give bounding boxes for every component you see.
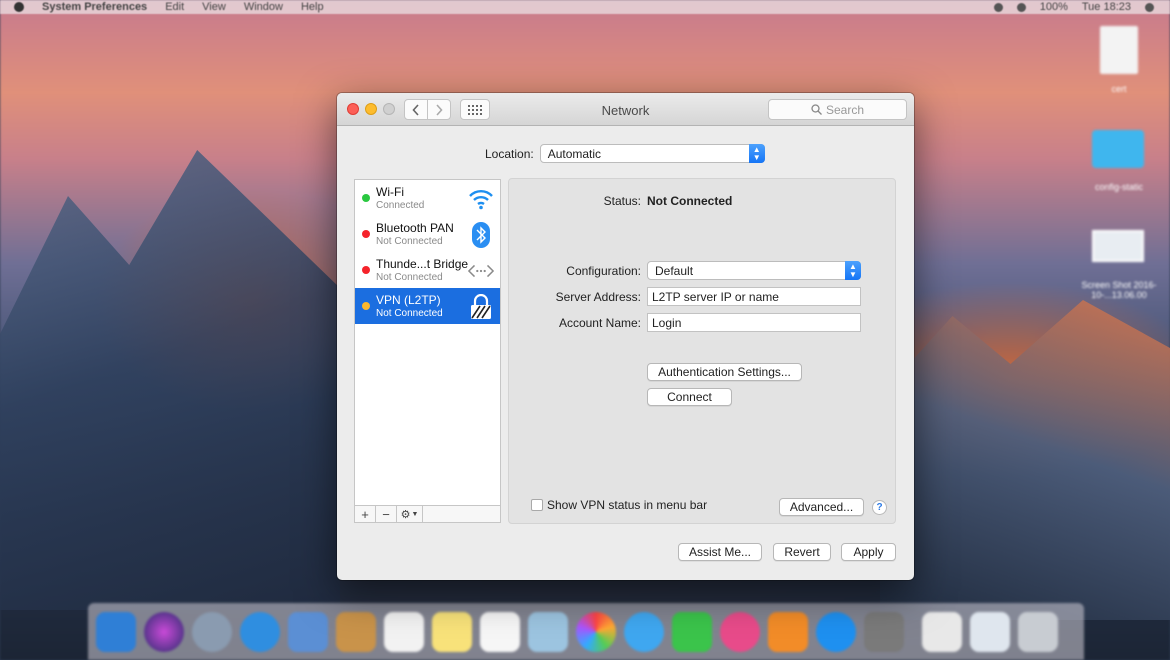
menu-view[interactable]: View (202, 1, 226, 13)
search-placeholder: Search (825, 102, 865, 117)
dock-screenshot-icon[interactable] (970, 611, 1010, 652)
facetime-icon[interactable] (672, 611, 712, 652)
status-dot-thunderbolt (362, 266, 370, 274)
safari-icon[interactable] (240, 611, 280, 652)
thunderbolt-bridge-icon (468, 258, 494, 284)
messages-icon[interactable] (624, 611, 664, 652)
add-service-button[interactable]: + (355, 506, 376, 522)
battery-percent[interactable]: 100% (1040, 1, 1068, 13)
connect-button[interactable]: Connect (647, 388, 732, 406)
mail-icon[interactable] (288, 611, 328, 652)
search-field[interactable]: Search (768, 99, 907, 120)
assist-me-button[interactable]: Assist Me... (678, 543, 762, 561)
wifi-status-icon[interactable] (1016, 2, 1026, 12)
dock-document-icon[interactable] (922, 611, 962, 652)
configuration-value: Default (655, 263, 694, 278)
service-item-vpn-l2tp[interactable]: VPN (L2TP) Not Connected (355, 288, 500, 324)
spotlight-icon[interactable] (1145, 2, 1154, 12)
show-vpn-status-label[interactable]: Show VPN status in menu bar (547, 498, 707, 512)
desktop-folder-label: config-static (1094, 182, 1144, 192)
desktop-screenshot-icon[interactable] (1092, 230, 1144, 262)
dock (88, 603, 1084, 660)
status-dot-vpn (362, 302, 370, 310)
notes-icon[interactable] (432, 611, 472, 652)
status-value: Not Connected (647, 194, 733, 208)
reminders-icon[interactable] (480, 611, 520, 652)
system-preferences-icon[interactable] (864, 611, 904, 652)
location-row: Location: Automatic ▲ ▼ (485, 144, 765, 163)
account-name-label: Account Name: (558, 316, 641, 330)
vpn-detail-panel: Status: Not Connected Configuration: Def… (508, 178, 896, 524)
menu-clock[interactable]: Tue 18:23 (1082, 1, 1131, 13)
account-name-input[interactable]: Login (647, 313, 861, 332)
maps-icon[interactable] (528, 611, 568, 652)
photos-icon[interactable] (576, 611, 616, 652)
status-label: Status: (603, 194, 641, 208)
menu-window[interactable]: Window (244, 1, 283, 13)
network-window: Network Search Location: Automatic ▲ ▼ Wi… (337, 93, 914, 580)
show-vpn-status-checkbox[interactable] (531, 499, 543, 511)
window-titlebar[interactable]: Network Search (337, 93, 914, 126)
advanced-button[interactable]: Advanced... (779, 498, 864, 516)
location-value: Automatic (547, 146, 602, 161)
app-store-icon[interactable] (816, 611, 856, 652)
remove-service-button[interactable]: − (376, 506, 397, 522)
finder-icon[interactable] (96, 611, 136, 652)
account-name-value: Login (652, 315, 682, 330)
itunes-icon[interactable] (720, 611, 760, 652)
menu-help[interactable]: Help (301, 1, 324, 13)
desktop-file-icon[interactable] (1100, 26, 1138, 74)
server-address-value: L2TP server IP or name (652, 289, 779, 304)
popup-stepper-icon: ▲ ▼ (845, 261, 861, 280)
configuration-popup[interactable]: Default ▲ ▼ (647, 261, 861, 280)
apply-button[interactable]: Apply (841, 543, 896, 561)
status-dot-bluetooth (362, 230, 370, 238)
revert-button[interactable]: Revert (773, 543, 831, 561)
status-dot-wifi (362, 194, 370, 202)
menu-app-name[interactable]: System Preferences (42, 1, 147, 13)
service-item-bluetooth-pan[interactable]: Bluetooth PAN Not Connected (355, 216, 500, 252)
server-address-input[interactable]: L2TP server IP or name (647, 287, 861, 306)
location-popup[interactable]: Automatic ▲ ▼ (539, 144, 765, 163)
menu-extras: 100% Tue 18:23 (993, 1, 1154, 13)
desktop-file-label: cert (1111, 84, 1127, 94)
help-button[interactable]: ? (872, 500, 887, 515)
gear-menu-button[interactable]: ⚙ ▼ (397, 506, 423, 522)
calendar-icon[interactable] (384, 611, 424, 652)
configuration-label: Configuration: (566, 264, 641, 278)
bluetooth-icon (468, 222, 494, 248)
apple-menu-icon[interactable] (14, 2, 24, 12)
menu-bar: System Preferences Edit View Window Help… (0, 0, 1170, 14)
desktop-folder-icon[interactable] (1092, 130, 1144, 168)
authentication-settings-button[interactable]: Authentication Settings... (647, 363, 802, 381)
service-list: Wi-Fi Connected Bluetooth PAN Not Connec… (354, 179, 501, 523)
siri-icon[interactable] (144, 611, 184, 652)
service-item-wifi[interactable]: Wi-Fi Connected (355, 180, 500, 216)
server-address-label: Server Address: (555, 290, 641, 304)
popup-stepper-icon: ▲ ▼ (748, 144, 765, 163)
trash-icon[interactable] (1018, 611, 1058, 652)
ibooks-icon[interactable] (768, 611, 808, 652)
gear-icon: ⚙ (400, 508, 411, 521)
service-item-thunderbolt-bridge[interactable]: Thunde...t Bridge Not Connected (355, 252, 500, 288)
location-label: Location: (485, 146, 534, 161)
wifi-icon (468, 186, 494, 212)
menu-edit[interactable]: Edit (165, 1, 184, 13)
service-list-toolbar: + − ⚙ ▼ (354, 505, 501, 523)
vpn-lock-icon (468, 294, 494, 320)
vpn-status-icon[interactable] (993, 2, 1003, 12)
search-icon (811, 104, 822, 115)
chevron-down-icon: ▼ (411, 510, 419, 518)
desktop-screenshot-label: Screen Shot 2016-10-...13.06.00 (1081, 280, 1157, 300)
launchpad-icon[interactable] (192, 611, 232, 652)
contacts-icon[interactable] (336, 611, 376, 652)
